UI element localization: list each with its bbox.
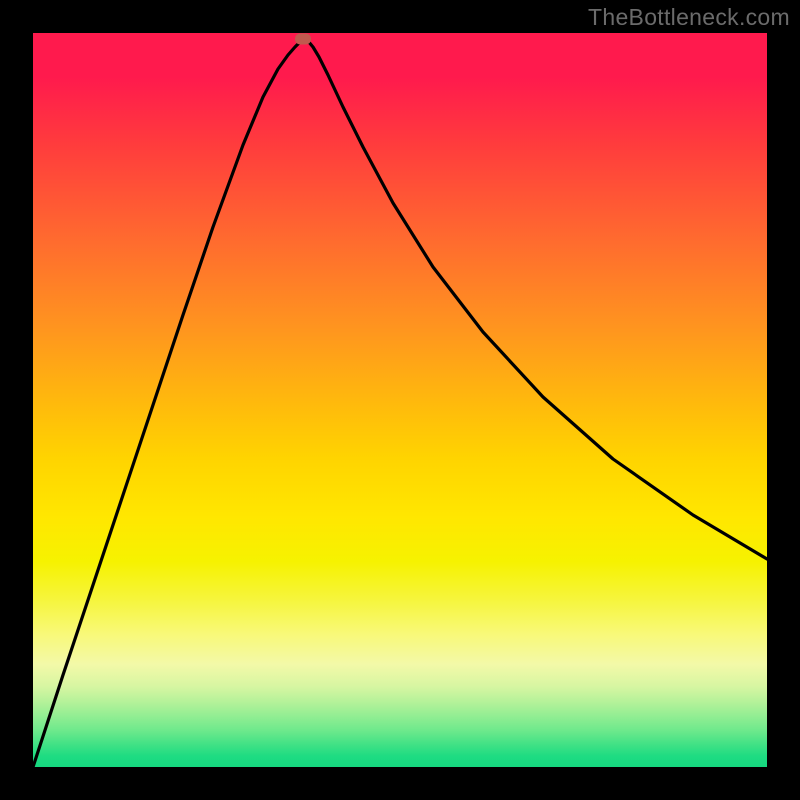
watermark-text: TheBottleneck.com [588, 4, 790, 31]
bottleneck-marker [295, 34, 311, 45]
curve-svg [33, 33, 767, 767]
bottleneck-curve [33, 39, 767, 767]
chart-frame: TheBottleneck.com [0, 0, 800, 800]
plot-area [33, 33, 767, 767]
